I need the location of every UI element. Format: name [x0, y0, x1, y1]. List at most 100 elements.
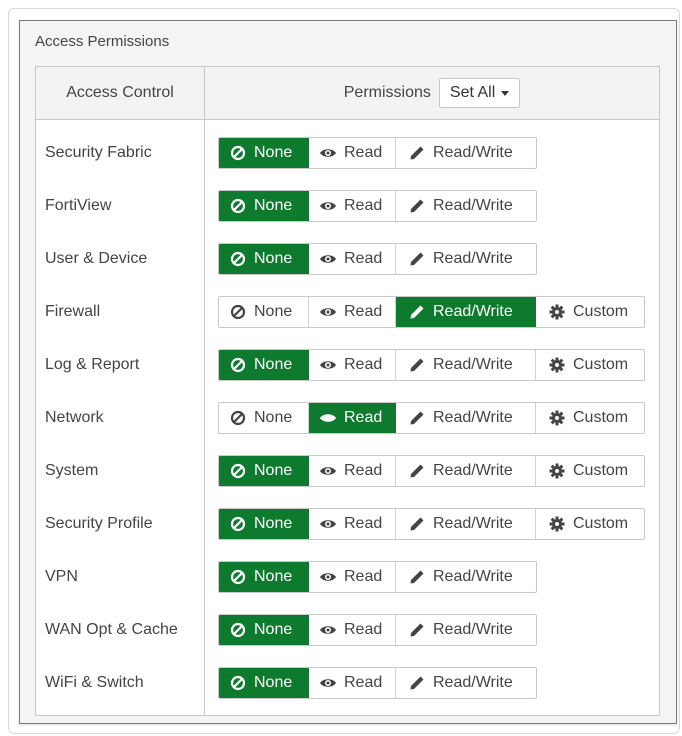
permission-none-button[interactable]: None	[219, 296, 309, 327]
eye-icon	[319, 621, 337, 639]
ban-icon	[229, 144, 247, 162]
permission-cell: None Read Read/Write Custom	[204, 391, 660, 444]
permission-none-button[interactable]: None	[219, 402, 309, 433]
permission-segmented-control: None Read Read/Write	[218, 189, 537, 222]
read-write-label: Read/Write	[433, 461, 513, 479]
set-all-dropdown[interactable]: Set All	[438, 78, 521, 108]
permission-read-write-button[interactable]: Read/Write	[396, 138, 536, 168]
eye-icon	[319, 250, 337, 268]
permission-cell: None Read Read/Write	[204, 550, 660, 603]
pencil-icon	[408, 356, 426, 374]
eye-icon	[319, 144, 337, 162]
permission-read-button[interactable]: Read	[309, 243, 396, 274]
permission-read-button[interactable]: Read	[309, 137, 396, 168]
read-write-label: Read/Write	[433, 196, 513, 214]
permission-cell: None Read Read/Write Custom	[204, 338, 660, 391]
permission-none-button[interactable]: None	[219, 614, 309, 645]
ban-icon	[229, 356, 247, 374]
read-label: Read	[344, 355, 383, 373]
ban-icon	[229, 515, 247, 533]
permission-none-button[interactable]: None	[219, 190, 309, 221]
eye-icon	[319, 568, 337, 586]
gear-icon	[548, 515, 566, 533]
permission-cell: None Read Read/Write	[204, 179, 660, 232]
gear-icon	[548, 409, 566, 427]
permission-read-button[interactable]: Read	[309, 561, 396, 592]
permission-read-button[interactable]: Read	[309, 190, 396, 221]
permission-cell: None Read Read/Write	[204, 656, 660, 709]
read-label: Read	[344, 514, 383, 532]
permission-read-write-button[interactable]: Read/Write	[396, 508, 536, 539]
permission-read-button[interactable]: Read	[309, 349, 396, 380]
permission-row: VPN None Read Read/Write	[35, 550, 660, 603]
eye-icon	[319, 197, 337, 215]
permission-read-button[interactable]: Read	[309, 508, 396, 539]
ban-icon	[229, 250, 247, 268]
permission-read-write-button[interactable]: Read/Write	[396, 668, 536, 698]
header-permissions-label: Permissions	[343, 84, 431, 101]
permission-none-button[interactable]: None	[219, 137, 309, 168]
permission-none-button[interactable]: None	[219, 455, 309, 486]
read-write-label: Read/Write	[433, 567, 513, 585]
pencil-icon	[408, 197, 426, 215]
permission-row: Security Fabric None Read Read/Write	[35, 126, 660, 179]
read-label: Read	[344, 143, 383, 161]
permission-none-button[interactable]: None	[219, 349, 309, 380]
pencil-icon	[408, 515, 426, 533]
spacer-row	[35, 709, 660, 716]
permission-read-button[interactable]: Read	[309, 402, 396, 433]
permission-read-button[interactable]: Read	[309, 296, 396, 327]
permission-read-write-button[interactable]: Read/Write	[396, 455, 536, 486]
permission-row: User & Device None Read Read/Write	[35, 232, 660, 285]
eye-icon	[319, 303, 337, 321]
permission-read-button[interactable]: Read	[309, 455, 396, 486]
set-all-label: Set All	[449, 84, 496, 101]
pencil-icon	[408, 621, 426, 639]
ban-icon	[229, 568, 247, 586]
permission-read-button[interactable]: Read	[309, 614, 396, 645]
pencil-icon	[408, 250, 426, 268]
pencil-icon	[408, 568, 426, 586]
none-label: None	[254, 196, 293, 214]
gear-icon	[548, 462, 566, 480]
permission-row: Network None Read Read/Write Custom	[35, 391, 660, 444]
permission-read-write-button[interactable]: Read/Write	[396, 562, 536, 592]
permission-none-button[interactable]: None	[219, 243, 309, 274]
permission-read-write-button[interactable]: Read/Write	[396, 402, 536, 433]
permission-none-button[interactable]: None	[219, 508, 309, 539]
row-label: Security Profile	[35, 497, 205, 550]
permission-cell: None Read Read/Write Custom	[204, 285, 660, 338]
read-write-label: Read/Write	[433, 408, 513, 426]
permission-read-write-button[interactable]: Read/Write	[396, 244, 536, 274]
read-write-label: Read/Write	[433, 673, 513, 691]
permission-custom-button[interactable]: Custom	[536, 456, 644, 486]
permission-custom-button[interactable]: Custom	[536, 350, 644, 380]
permission-segmented-control: None Read Read/Write Custom	[218, 401, 645, 434]
read-label: Read	[344, 620, 383, 638]
permission-none-button[interactable]: None	[219, 667, 309, 698]
permission-read-write-button[interactable]: Read/Write	[396, 191, 536, 221]
eye-icon	[319, 409, 337, 427]
none-label: None	[254, 461, 293, 479]
permission-custom-button[interactable]: Custom	[536, 297, 644, 327]
read-write-label: Read/Write	[433, 620, 513, 638]
permission-none-button[interactable]: None	[219, 561, 309, 592]
permission-row: WiFi & Switch None Read Read/Write	[35, 656, 660, 709]
none-label: None	[254, 673, 293, 691]
read-label: Read	[344, 408, 383, 426]
permission-cell: None Read Read/Write	[204, 232, 660, 285]
custom-label: Custom	[573, 461, 629, 479]
permission-read-write-button[interactable]: Read/Write	[396, 615, 536, 645]
pencil-icon	[408, 409, 426, 427]
permission-cell: None Read Read/Write Custom	[204, 497, 660, 550]
none-label: None	[254, 408, 293, 426]
permission-cell: None Read Read/Write	[204, 603, 660, 656]
permission-read-write-button[interactable]: Read/Write	[396, 349, 536, 380]
permission-read-write-button[interactable]: Read/Write	[396, 296, 536, 327]
permission-custom-button[interactable]: Custom	[536, 403, 644, 433]
permission-custom-button[interactable]: Custom	[536, 509, 644, 539]
gear-icon	[548, 356, 566, 374]
ban-icon	[229, 409, 247, 427]
row-label: WiFi & Switch	[35, 656, 205, 709]
permission-read-button[interactable]: Read	[309, 667, 396, 698]
